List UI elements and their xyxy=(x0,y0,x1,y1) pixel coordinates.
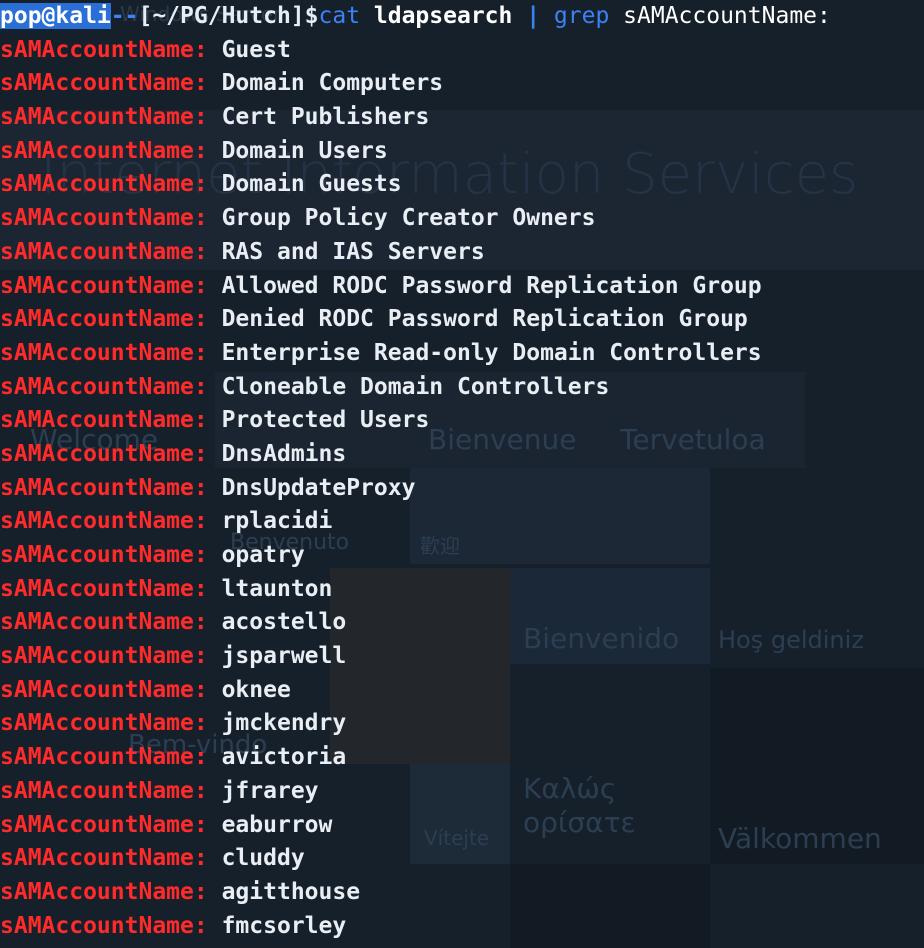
account-name: opatry xyxy=(221,542,305,568)
account-name: rplacidi xyxy=(221,508,333,535)
output-line: sAMAccountName: Allowed RODC Password Re… xyxy=(0,270,924,304)
output-line: sAMAccountName: Group Policy Creator Own… xyxy=(0,202,924,236)
account-name: Protected Users xyxy=(221,407,430,434)
account-name: jsparwell xyxy=(221,643,347,670)
command-argument: ldapsearch xyxy=(360,3,513,29)
attribute-key: sAMAccountName: xyxy=(0,575,208,602)
attribute-key: sAMAccountName: xyxy=(0,845,208,872)
account-name: Cert Publishers xyxy=(221,104,430,131)
output-line: sAMAccountName: rplacidi xyxy=(0,505,924,539)
output-line: sAMAccountName: Enterprise Read-only Dom… xyxy=(0,337,924,371)
account-name: jmckendry xyxy=(221,710,347,737)
account-name: Guest xyxy=(221,36,291,63)
output-line: sAMAccountName: Cloneable Domain Control… xyxy=(0,371,924,405)
output-line: sAMAccountName: DnsUpdateProxy xyxy=(0,472,924,506)
account-name: Group Policy Creator Owners xyxy=(221,205,596,232)
attribute-key: sAMAccountName: xyxy=(0,339,208,366)
command-line: pop@kali--[~/PG/Hutch]$cat ldapsearch | … xyxy=(0,0,924,34)
output-line: sAMAccountName: agitthouse xyxy=(0,876,924,910)
account-name: ltaunton xyxy=(221,575,333,602)
attribute-key: sAMAccountName: xyxy=(0,137,208,164)
output-line: sAMAccountName: oknee xyxy=(0,674,924,708)
account-name: cluddy xyxy=(221,845,305,872)
output-line: sAMAccountName: Domain Computers xyxy=(0,67,924,101)
attribute-key: sAMAccountName: xyxy=(0,171,208,198)
attribute-key: sAMAccountName: xyxy=(0,710,208,737)
output-line: sAMAccountName: RAS and IAS Servers xyxy=(0,236,924,270)
terminal-output: pop@kali--[~/PG/Hutch]$cat ldapsearch | … xyxy=(0,0,924,943)
output-line: sAMAccountName: jfrarey xyxy=(0,775,924,809)
grep-argument: sAMAccountName: xyxy=(609,3,831,29)
account-name: jfrarey xyxy=(221,777,319,804)
attribute-key: sAMAccountName: xyxy=(0,70,208,97)
output-line: sAMAccountName: Domain Users xyxy=(0,135,924,169)
account-name: Cloneable Domain Controllers xyxy=(221,373,610,400)
grep-command: grep xyxy=(553,3,610,29)
account-name: DnsAdmins xyxy=(221,440,347,467)
attribute-key: sAMAccountName: xyxy=(0,36,208,63)
output-line: sAMAccountName: Cert Publishers xyxy=(0,101,924,135)
output-line: sAMAccountName: ltaunton xyxy=(0,573,924,607)
attribute-key: sAMAccountName: xyxy=(0,744,208,771)
account-name: Domain Guests xyxy=(221,171,402,198)
output-line: sAMAccountName: jsparwell xyxy=(0,640,924,674)
pipe-symbol: | xyxy=(512,3,554,29)
output-line: sAMAccountName: eaburrow xyxy=(0,809,924,843)
account-name: DnsUpdateProxy xyxy=(221,474,416,501)
attribute-key: sAMAccountName: xyxy=(0,643,208,670)
prompt-user-host: pop@kali xyxy=(0,3,111,29)
account-name: oknee xyxy=(221,676,291,703)
output-line: sAMAccountName: opatry xyxy=(0,539,924,573)
attribute-key: sAMAccountName: xyxy=(0,407,208,434)
output-line: sAMAccountName: jmckendry xyxy=(0,707,924,741)
output-line: sAMAccountName: cluddy xyxy=(0,842,924,876)
attribute-key: sAMAccountName: xyxy=(0,777,208,804)
prompt-path: [~/PG/Hutch]$ xyxy=(138,3,319,29)
account-name: Enterprise Read-only Domain Controllers xyxy=(221,339,762,366)
attribute-key: sAMAccountName: xyxy=(0,306,208,333)
attribute-key: sAMAccountName: xyxy=(0,474,208,501)
prompt-separator: -- xyxy=(110,3,139,29)
account-name: Domain Computers xyxy=(221,70,444,97)
account-name: Denied RODC Password Replication Group xyxy=(221,306,748,333)
attribute-key: sAMAccountName: xyxy=(0,912,208,939)
attribute-key: sAMAccountName: xyxy=(0,878,208,905)
account-name: fmcsorley xyxy=(221,912,347,939)
attribute-key: sAMAccountName: xyxy=(0,542,208,568)
attribute-key: sAMAccountName: xyxy=(0,676,208,703)
attribute-key: sAMAccountName: xyxy=(0,609,208,636)
attribute-key: sAMAccountName: xyxy=(0,440,208,467)
command-name: cat xyxy=(318,3,361,29)
attribute-key: sAMAccountName: xyxy=(0,272,208,299)
output-line: sAMAccountName: Guest xyxy=(0,34,924,68)
account-name: RAS and IAS Servers xyxy=(221,238,485,265)
attribute-key: sAMAccountName: xyxy=(0,811,208,838)
output-line: sAMAccountName: Denied RODC Password Rep… xyxy=(0,303,924,337)
account-name: Allowed RODC Password Replication Group xyxy=(221,272,762,299)
attribute-key: sAMAccountName: xyxy=(0,508,208,535)
account-name: eaburrow xyxy=(221,811,333,838)
attribute-key: sAMAccountName: xyxy=(0,104,208,131)
output-line: sAMAccountName: Protected Users xyxy=(0,404,924,438)
output-line: sAMAccountName: DnsAdmins xyxy=(0,438,924,472)
account-name: avictoria xyxy=(221,744,347,771)
account-name: acostello xyxy=(221,609,347,636)
attribute-key: sAMAccountName: xyxy=(0,205,208,232)
attribute-key: sAMAccountName: xyxy=(0,373,208,400)
account-name: agitthouse xyxy=(221,878,361,905)
attribute-key: sAMAccountName: xyxy=(0,238,208,265)
output-line: sAMAccountName: Domain Guests xyxy=(0,168,924,202)
account-name: Domain Users xyxy=(221,137,388,164)
output-line: sAMAccountName: fmcsorley xyxy=(0,910,924,944)
terminal-window[interactable]: Windows Server Internet Information Serv… xyxy=(0,0,924,948)
output-line: sAMAccountName: avictoria xyxy=(0,741,924,775)
output-line: sAMAccountName: acostello xyxy=(0,606,924,640)
